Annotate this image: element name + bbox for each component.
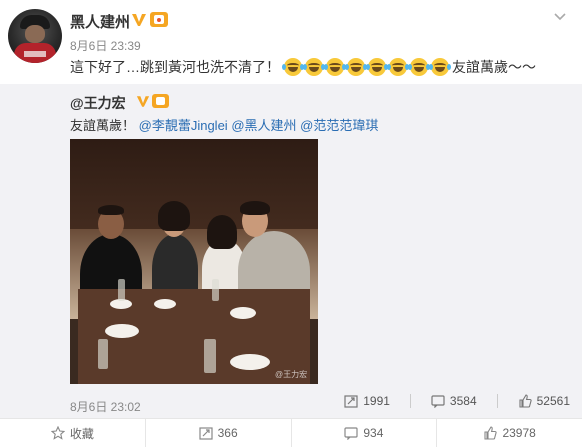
weibo-post: 黑人建州 8月6日 23:39 這下好了…跳到黃河也洗不清了！ 友誼萬歲～～ @…	[0, 0, 582, 447]
post-timestamp[interactable]: 8月6日 23:39	[70, 37, 141, 54]
favorite-label: 收藏	[69, 426, 94, 441]
repost-count: 366	[217, 426, 238, 440]
comment-count: 934	[363, 426, 384, 440]
original-like-count: 52561	[536, 394, 570, 408]
repost-icon	[344, 395, 358, 408]
laugh-cry-emoji-icon	[386, 58, 409, 76]
original-comment-button[interactable]: 3584	[431, 394, 477, 408]
chevron-down-icon[interactable]	[553, 12, 567, 22]
avatar[interactable]	[8, 9, 62, 63]
attached-photo[interactable]: @王力宏	[70, 139, 318, 384]
verified-v-icon	[132, 14, 146, 26]
star-icon	[50, 426, 65, 440]
like-button[interactable]: 23978	[437, 419, 582, 447]
comment-button[interactable]: 934	[292, 419, 438, 447]
verified-v-icon	[136, 96, 150, 107]
original-like-button[interactable]: 52561	[518, 394, 570, 408]
original-timestamp[interactable]: 8月6日 23:02	[70, 398, 141, 415]
original-author[interactable]: @王力宏	[70, 93, 126, 113]
thumbs-up-icon	[484, 426, 498, 440]
laugh-cry-emoji-row	[281, 58, 451, 76]
original-comment-count: 3584	[449, 394, 477, 408]
original-text-prefix: 友誼萬歲！	[70, 118, 136, 133]
like-count: 23978	[502, 426, 536, 440]
original-text: 友誼萬歲！ @李靚蕾Jinglei @黑人建州 @范范范瑋琪	[70, 115, 378, 134]
original-stats: 1991 3584 52561	[324, 394, 570, 408]
member-badge-icon	[152, 94, 169, 108]
photo-watermark: @王力宏	[275, 370, 308, 379]
laugh-cry-emoji-icon	[428, 58, 451, 76]
mention-link[interactable]: @李靚蕾Jinglei	[139, 118, 228, 133]
laugh-cry-emoji-icon	[281, 58, 304, 76]
repost-button[interactable]: 366	[146, 419, 292, 447]
original-repost-count: 1991	[363, 394, 390, 408]
original-repost-button[interactable]: 1991	[344, 394, 390, 408]
laugh-cry-emoji-icon	[365, 58, 388, 76]
favorite-button[interactable]: 收藏	[0, 419, 146, 447]
post-text: 這下好了…跳到黃河也洗不清了！ 友誼萬歲～～	[70, 57, 536, 77]
laugh-cry-emoji-icon	[407, 58, 430, 76]
laugh-cry-emoji-icon	[302, 58, 325, 76]
laugh-cry-emoji-icon	[344, 58, 367, 76]
action-bar: 收藏 366 934 23978	[0, 418, 582, 447]
mention-link[interactable]: @范范范瑋琪	[300, 118, 378, 133]
post-text-main: 這下好了…跳到黃河也洗不清了！	[70, 59, 280, 75]
repost-icon	[199, 427, 213, 440]
member-badge-icon	[150, 12, 168, 27]
reposted-content: @王力宏 友誼萬歲！ @李靚蕾Jinglei @黑人建州 @范范范瑋琪 @王力宏…	[0, 84, 582, 418]
comment-icon	[344, 427, 358, 440]
laugh-cry-emoji-icon	[323, 58, 346, 76]
mention-link[interactable]: @黑人建州	[231, 118, 296, 133]
author-name[interactable]: 黑人建州	[70, 11, 130, 32]
comment-icon	[431, 395, 445, 408]
post-text-tail: 友誼萬歲～～	[452, 59, 536, 75]
thumbs-up-icon	[519, 394, 532, 408]
